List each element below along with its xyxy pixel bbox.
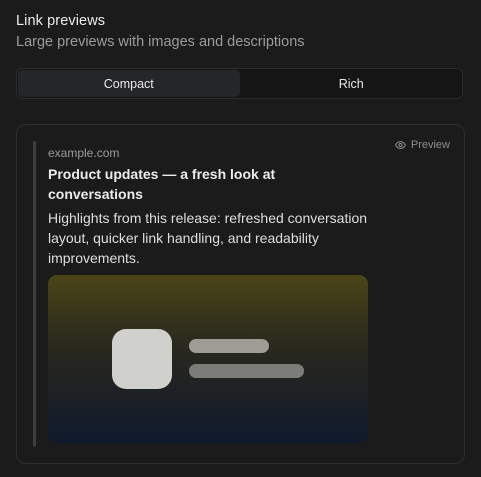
preview-thumbnail <box>48 275 368 443</box>
preview-mode-selector: Compact Rich <box>16 68 463 99</box>
preview-tag-label: Preview <box>410 139 450 151</box>
eye-icon <box>394 141 406 149</box>
section-subtitle: Large previews with images and descripti… <box>16 34 305 50</box>
thumbnail-text-line <box>189 339 269 353</box>
link-preview-card: Preview example.com Product updates — a … <box>16 124 465 464</box>
preview-domain: example.com <box>48 146 120 160</box>
section-title: Link previews <box>16 13 106 29</box>
thumbnail-text-line <box>189 364 304 378</box>
thumbnail-app-icon <box>112 329 172 389</box>
preview-description: Highlights from this release: refreshed … <box>48 210 368 266</box>
mode-option-compact[interactable]: Compact <box>18 70 240 97</box>
preview-headline[interactable]: Product updates — a fresh look at conver… <box>48 164 338 204</box>
preview-accent-bar <box>33 141 36 447</box>
mode-option-rich[interactable]: Rich <box>241 69 463 98</box>
preview-tag: Preview <box>394 139 450 151</box>
link-previews-settings: Link previews Large previews with images… <box>0 0 481 477</box>
